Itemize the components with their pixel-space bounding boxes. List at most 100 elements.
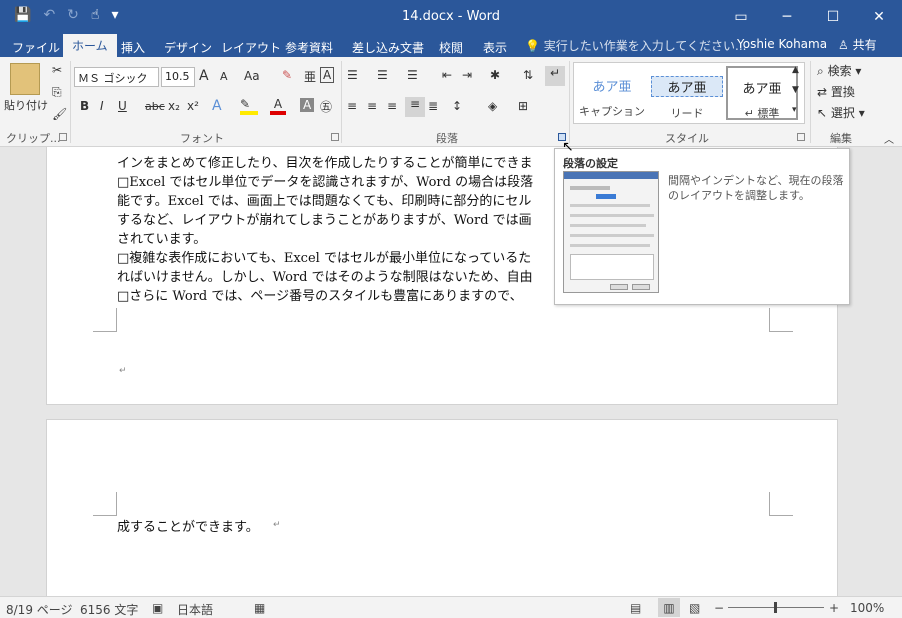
ribbon-display-options-icon[interactable]: ▭	[718, 0, 764, 33]
style-caption[interactable]: あア亜 キャプション	[576, 66, 648, 120]
font-color-icon[interactable]: A	[270, 97, 286, 115]
font-name-box[interactable]: ＭＳ ゴシック	[74, 67, 159, 87]
zoom-slider-thumb[interactable]	[774, 602, 777, 613]
enclose-character-icon[interactable]: ㊄	[320, 98, 332, 115]
page-count[interactable]: 8/19 ページ	[6, 601, 73, 618]
line-spacing-icon[interactable]: ↕	[452, 99, 462, 113]
shading-icon[interactable]: ◈	[488, 99, 497, 113]
superscript-button[interactable]: x²	[187, 99, 199, 113]
align-left-icon[interactable]: ≡	[347, 99, 357, 113]
preview-line	[596, 194, 616, 199]
tab-layout[interactable]: レイアウト	[221, 36, 281, 57]
preview-line	[570, 204, 650, 207]
character-shading-icon[interactable]: A	[300, 98, 315, 112]
separator	[569, 61, 570, 143]
doc-line[interactable]: されています。	[117, 228, 206, 247]
tab-view[interactable]: 表示	[483, 36, 507, 57]
copy-icon[interactable]: ⎘	[52, 85, 62, 100]
find-button[interactable]: ⌕ 検索 ▾	[817, 62, 861, 79]
styles-launcher-icon[interactable]	[797, 133, 805, 141]
align-center-icon[interactable]: ≡	[367, 99, 377, 113]
format-painter-icon[interactable]: 🖌	[52, 107, 67, 121]
styles-scroll-up-icon[interactable]: ▲	[792, 65, 799, 75]
doc-line[interactable]: インをまとめて修正したり、目次を作成したりすることが簡単にできま	[117, 152, 532, 171]
distributed-icon[interactable]: ≣	[428, 99, 438, 113]
paste-icon[interactable]	[10, 63, 40, 95]
proofing-icon[interactable]: ▣	[152, 601, 163, 615]
shrink-font-button[interactable]: A	[220, 70, 228, 83]
bullets-icon[interactable]: ☰	[347, 68, 358, 82]
language[interactable]: 日本語	[177, 601, 213, 618]
bold-button[interactable]: B	[80, 99, 89, 113]
tab-home[interactable]: ホーム	[63, 34, 117, 57]
tab-references[interactable]: 参考資料	[285, 36, 333, 57]
print-layout-icon[interactable]: ▥	[658, 598, 680, 617]
tab-file[interactable]: ファイル	[12, 36, 60, 57]
macro-recording-icon[interactable]: ▦	[254, 601, 265, 615]
styles-more-icon[interactable]: ▾	[792, 105, 797, 115]
collapse-ribbon-icon[interactable]: ︿	[884, 131, 894, 146]
tab-design[interactable]: デザイン	[164, 36, 212, 57]
doc-line[interactable]: ればいけません。しかし、Word ではそのような制限はないため、自由	[117, 266, 533, 285]
numbering-icon[interactable]: ☰	[377, 68, 388, 82]
minimize-icon[interactable]: ─	[764, 0, 810, 33]
borders-icon[interactable]: ⊞	[518, 99, 528, 113]
styles-scroll-down-icon[interactable]: ▼	[792, 85, 799, 95]
page[interactable]: 成することができます。 ↵	[46, 419, 838, 596]
cursor-icon: ↖	[817, 106, 828, 120]
style-lead[interactable]: あア亜 リード	[651, 66, 723, 120]
zoom-level[interactable]: 100%	[850, 601, 884, 615]
zoom-in-icon[interactable]: +	[829, 601, 839, 615]
font-size-box[interactable]: 10.5	[161, 67, 195, 87]
doc-line[interactable]: □さらに Word では、ページ番号のスタイルも豊富にありますので、	[117, 285, 523, 304]
italic-button[interactable]: I	[100, 99, 104, 113]
asian-layout-icon[interactable]: ✱	[490, 68, 500, 82]
paragraph-settings-tooltip: 段落の設定 間隔やインデントなど、現在の段落のレイアウトを調整します。	[554, 148, 850, 305]
strikethrough-button[interactable]: abc	[145, 100, 165, 113]
paste-button[interactable]: 貼り付け	[4, 97, 48, 113]
text-effects-icon[interactable]: A	[212, 98, 222, 114]
tab-review[interactable]: 校閲	[439, 36, 463, 57]
zoom-out-icon[interactable]: −	[714, 601, 724, 615]
grow-font-button[interactable]: A	[199, 68, 209, 84]
doc-line[interactable]: □Excel ではセル単位でデータを認識されますが、Word の場合は段落	[117, 171, 533, 190]
tooltip-title: 段落の設定	[563, 157, 618, 170]
increase-indent-icon[interactable]: ⇥	[462, 68, 472, 82]
tab-mailings[interactable]: 差し込み文書	[352, 36, 424, 57]
cut-icon[interactable]: ✂	[52, 63, 62, 77]
replace-button[interactable]: ⇄ 置換	[817, 83, 855, 100]
preview-line	[570, 186, 610, 190]
subscript-button[interactable]: x₂	[168, 99, 180, 113]
show-marks-icon[interactable]: ↵	[545, 66, 565, 86]
read-mode-icon[interactable]: ▤	[630, 601, 641, 615]
style-normal[interactable]: あア亜 ↵ 標準	[726, 66, 798, 120]
doc-line[interactable]: □複雑な表作成においても、Excel ではセルが最小単位になっているた	[117, 247, 531, 266]
tell-me-input[interactable]: 💡 実行したい作業を入力してください...	[525, 37, 746, 54]
doc-line[interactable]: するなど、レイアウトが崩れてしまうことがありますが、Word では画	[117, 209, 532, 228]
multilevel-list-icon[interactable]: ☰	[407, 68, 418, 82]
doc-line[interactable]: 成することができます。	[117, 516, 259, 535]
window-controls: ▭ ─ ☐ ✕	[718, 0, 902, 33]
character-border-icon[interactable]: A	[320, 67, 335, 83]
phonetic-guide-icon[interactable]: 亜	[304, 68, 316, 85]
share-button[interactable]: ♙ 共有	[838, 36, 877, 53]
user-name[interactable]: Yoshie Kohama	[737, 37, 827, 51]
align-right-icon[interactable]: ≡	[387, 99, 397, 113]
clipboard-launcher-icon[interactable]	[59, 133, 67, 141]
justify-icon[interactable]: ≡	[405, 97, 425, 117]
maximize-icon[interactable]: ☐	[810, 0, 856, 33]
font-launcher-icon[interactable]	[331, 133, 339, 141]
highlight-icon[interactable]: ✎	[240, 97, 258, 115]
tab-insert[interactable]: 挿入	[121, 36, 145, 57]
web-layout-icon[interactable]: ▧	[689, 601, 700, 615]
underline-button[interactable]: U	[118, 99, 127, 113]
word-count[interactable]: 6156 文字	[80, 601, 138, 618]
change-case-button[interactable]: Aa	[244, 69, 260, 83]
doc-line[interactable]: 能です。Excel では、画面上では問題なくても、印刷時に部分的にセル	[117, 190, 531, 209]
select-button[interactable]: ↖ 選択 ▾	[817, 104, 865, 121]
sort-icon[interactable]: ⇅	[523, 68, 533, 82]
close-icon[interactable]: ✕	[856, 0, 902, 33]
style-name: ↵ 標準	[744, 107, 780, 120]
decrease-indent-icon[interactable]: ⇤	[442, 68, 452, 82]
clear-format-icon[interactable]: ✎	[282, 68, 292, 82]
